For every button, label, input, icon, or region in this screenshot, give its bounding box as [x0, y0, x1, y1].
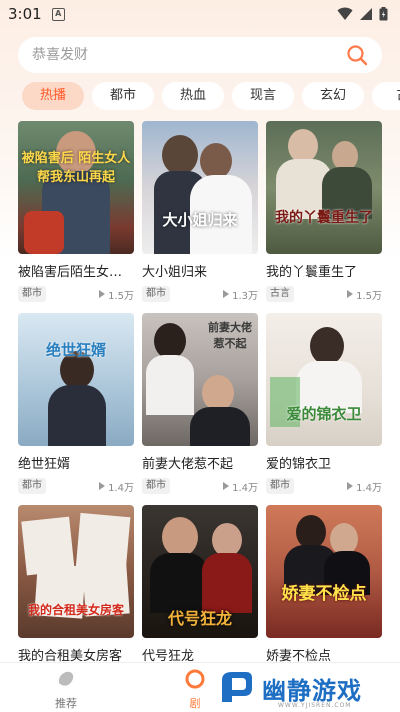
- poster-title: 我的丫鬟重生了: [275, 210, 373, 226]
- drama-meta: 都市 1.4万: [142, 477, 258, 495]
- poster-title: 爱的锦衣卫: [286, 405, 362, 423]
- watermark: 幽静游戏 WWW.YJISREN.COM: [216, 664, 400, 712]
- tab-passion[interactable]: 热血: [162, 82, 224, 110]
- search-icon[interactable]: [346, 44, 368, 66]
- drama-card[interactable]: 爱的锦衣卫 爱的锦衣卫 都市 1.4万: [266, 313, 382, 495]
- tab-urban[interactable]: 都市: [92, 82, 154, 110]
- play-icon: [223, 290, 230, 298]
- drama-title: 前妻大佬惹不起: [142, 457, 234, 471]
- drama-meta: 都市 1.5万: [18, 285, 134, 303]
- drama-icon: [185, 669, 205, 689]
- drama-poster[interactable]: 大小姐归来: [142, 121, 258, 254]
- play-icon: [223, 482, 230, 490]
- drama-card[interactable]: 我的合租美女房客 我的合租美女房客: [18, 505, 134, 663]
- drama-title: 大小姐归来: [142, 265, 208, 279]
- search-bar[interactable]: [18, 37, 382, 73]
- notification-icon: A: [51, 7, 65, 21]
- drama-title: 我的合租美女房客: [18, 649, 123, 663]
- tab-modern-romance[interactable]: 现言: [232, 82, 294, 110]
- play-count: 1.4万: [99, 479, 134, 494]
- play-icon: [99, 482, 106, 490]
- drama-title: 绝世狂婿: [18, 457, 71, 471]
- drama-card[interactable]: 被陷害后 陌生女人帮我东山再起 被陷害后陌生女人帮我东山再起 都市 1.5万: [18, 121, 134, 303]
- battery-icon: [379, 7, 388, 21]
- genre-tag: 都市: [18, 286, 46, 302]
- nav-drama-label: 剧: [189, 697, 201, 710]
- drama-card[interactable]: 绝世狂婿 绝世狂婿 都市 1.4万: [18, 313, 134, 495]
- drama-title: 我的丫鬟重生了: [266, 265, 358, 279]
- play-count-value: 1.5万: [356, 290, 382, 302]
- drama-card[interactable]: 大小姐归来 大小姐归来 都市 1.3万: [142, 121, 258, 303]
- play-count-value: 1.4万: [108, 482, 134, 494]
- category-tabs: 热播 都市 热血 现言 玄幻 古: [22, 82, 400, 110]
- genre-tag: 都市: [266, 478, 294, 494]
- drama-poster[interactable]: 被陷害后 陌生女人帮我东山再起: [18, 121, 134, 254]
- tab-ancient[interactable]: 古: [372, 82, 400, 110]
- play-count: 1.4万: [347, 479, 382, 494]
- drama-meta: 古言 1.5万: [266, 285, 382, 303]
- poster-title: 被陷害后 陌生女人帮我东山再起: [21, 151, 131, 185]
- poster-title: 大小姐归来: [162, 211, 238, 229]
- play-icon: [99, 290, 106, 298]
- recommend-icon: [58, 671, 74, 686]
- watermark-name: 幽静游戏: [262, 676, 362, 705]
- drama-title: 娇妻不检点: [266, 649, 332, 663]
- poster-title: 我的合租美女房客: [27, 603, 124, 617]
- drama-card[interactable]: 我的丫鬟重生了 我的丫鬟重生了 古言 1.5万: [266, 121, 382, 303]
- play-count: 1.3万: [223, 287, 258, 302]
- play-count: 1.5万: [347, 287, 382, 302]
- drama-poster[interactable]: 代号狂龙: [142, 505, 258, 638]
- drama-meta: 都市 1.4万: [18, 477, 134, 495]
- genre-tag: 都市: [18, 478, 46, 494]
- drama-card[interactable]: 代号狂龙 代号狂龙: [142, 505, 258, 663]
- drama-poster[interactable]: 我的合租美女房客: [18, 505, 134, 638]
- poster-title: 娇妻不检点: [281, 584, 367, 604]
- play-count: 1.5万: [99, 287, 134, 302]
- drama-card[interactable]: 前妻大佬 惹不起 前妻大佬惹不起 都市 1.4万: [142, 313, 258, 495]
- watermark-domain: WWW.YJISREN.COM: [278, 702, 352, 709]
- drama-poster[interactable]: 爱的锦衣卫: [266, 313, 382, 446]
- watermark-logo: [222, 672, 252, 702]
- status-bar: 3:01 A: [0, 0, 400, 28]
- drama-title: 代号狂龙: [142, 649, 195, 663]
- play-count-value: 1.5万: [108, 290, 134, 302]
- drama-title: 爱的锦衣卫: [266, 457, 332, 471]
- play-icon: [347, 290, 354, 298]
- drama-poster[interactable]: 绝世狂婿: [18, 313, 134, 446]
- drama-card[interactable]: 娇妻不检点 娇妻不检点: [266, 505, 382, 663]
- poster-title: 绝世狂婿: [45, 341, 106, 359]
- nav-recommend[interactable]: 推荐: [41, 669, 91, 711]
- drama-poster[interactable]: 前妻大佬 惹不起: [142, 313, 258, 446]
- wifi-icon: [337, 7, 353, 20]
- signal-icon: [360, 8, 372, 20]
- play-count: 1.4万: [223, 479, 258, 494]
- drama-meta: 都市 1.3万: [142, 285, 258, 303]
- play-count-value: 1.4万: [356, 482, 382, 494]
- genre-tag: 都市: [142, 286, 170, 302]
- play-count-value: 1.4万: [232, 482, 258, 494]
- poster-title: 代号狂龙: [167, 609, 232, 628]
- genre-tag: 古言: [266, 286, 294, 302]
- nav-recommend-label: 推荐: [55, 697, 77, 710]
- search-input[interactable]: [32, 47, 346, 63]
- drama-poster[interactable]: 我的丫鬟重生了: [266, 121, 382, 254]
- nav-drama[interactable]: 剧: [170, 669, 220, 711]
- tab-hot[interactable]: 热播: [22, 82, 84, 110]
- drama-title: 被陷害后陌生女人帮我东山再起: [18, 265, 134, 279]
- tab-fantasy[interactable]: 玄幻: [302, 82, 364, 110]
- poster-title: 前妻大佬 惹不起: [208, 321, 252, 350]
- play-count-value: 1.3万: [232, 290, 258, 302]
- drama-meta: 都市 1.4万: [266, 477, 382, 495]
- drama-poster[interactable]: 娇妻不检点: [266, 505, 382, 638]
- play-icon: [347, 482, 354, 490]
- status-icons: [337, 7, 388, 21]
- status-time: 3:01: [8, 5, 42, 23]
- genre-tag: 都市: [142, 478, 170, 494]
